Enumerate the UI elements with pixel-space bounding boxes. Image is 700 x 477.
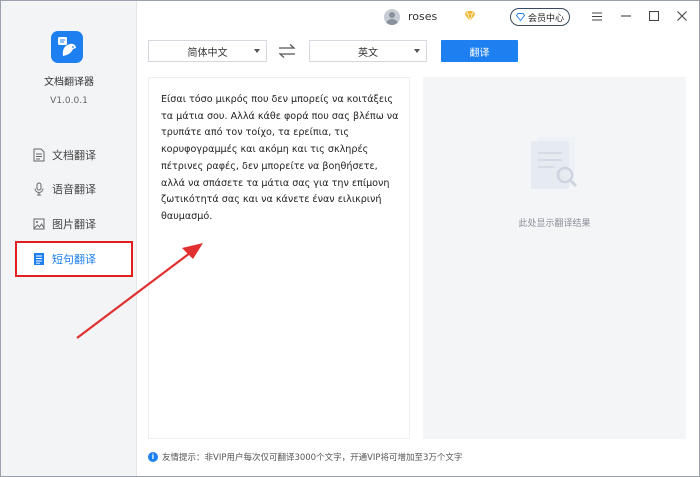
- maximize-icon[interactable]: [647, 9, 661, 23]
- swap-languages-icon[interactable]: [277, 42, 297, 60]
- target-language-value: 英文: [358, 47, 378, 59]
- source-text[interactable]: Είσαι τόσο μικρός που δεν μπορείς να κοι…: [161, 92, 399, 226]
- sidebar-item-label: 图片翻译: [52, 218, 96, 231]
- sidebar-item-label: 短句翻译: [52, 253, 96, 266]
- chevron-down-icon: [254, 49, 260, 53]
- minimize-icon[interactable]: [619, 9, 633, 23]
- member-center-label: 会员中心: [527, 13, 564, 24]
- sidebar: 文档翻译器 V1.0.0.1 文档翻译 语音翻译 图片翻译 短句翻译: [1, 1, 137, 476]
- chevron-down-icon: [414, 49, 420, 53]
- info-icon: i: [148, 452, 158, 462]
- image-icon: [33, 218, 45, 230]
- source-text-area[interactable]: Είσαι τόσο μικρός που δεν μπορείς να κοι…: [148, 77, 410, 439]
- sidebar-item-image-translate[interactable]: 图片翻译: [33, 212, 131, 236]
- microphone-icon: [34, 182, 44, 196]
- sidebar-item-label: 语音翻译: [52, 183, 96, 196]
- vip-diamond-icon[interactable]: [464, 10, 476, 22]
- title-bar: roses 会员中心: [138, 1, 699, 33]
- empty-document-icon: [531, 137, 578, 189]
- translation-result-panel: 此处显示翻译结果: [423, 77, 686, 439]
- translate-button[interactable]: 翻译: [441, 40, 518, 62]
- app-version: V1.0.0.1: [50, 96, 88, 106]
- sidebar-item-voice-translate[interactable]: 语音翻译: [33, 177, 131, 201]
- source-language-select[interactable]: 简体中文: [148, 40, 267, 62]
- target-language-select[interactable]: 英文: [309, 40, 427, 62]
- document-icon: [33, 148, 45, 162]
- source-language-value: 简体中文: [187, 47, 228, 59]
- sidebar-item-sentence-translate[interactable]: 短句翻译: [15, 241, 133, 277]
- empty-result-text: 此处显示翻译结果: [518, 219, 591, 229]
- footer-tip-text: 友情提示：非VIP用户每次仅可翻译3000个文字，开通VIP将可增加至3万个文字: [162, 453, 463, 463]
- menu-icon[interactable]: [590, 9, 604, 23]
- sentence-icon: [34, 253, 44, 265]
- app-name: 文档翻译器: [44, 77, 94, 88]
- sidebar-item-label: 文档翻译: [52, 149, 96, 162]
- diamond-icon: [515, 13, 525, 21]
- user-avatar[interactable]: [384, 9, 400, 25]
- close-icon[interactable]: [675, 9, 689, 23]
- sidebar-item-document-translate[interactable]: 文档翻译: [33, 143, 131, 167]
- member-center-button[interactable]: 会员中心: [510, 8, 570, 26]
- username[interactable]: roses: [408, 10, 437, 23]
- app-logo-icon: [51, 31, 83, 63]
- footer-tip: i 友情提示：非VIP用户每次仅可翻译3000个文字，开通VIP将可增加至3万个…: [148, 451, 462, 463]
